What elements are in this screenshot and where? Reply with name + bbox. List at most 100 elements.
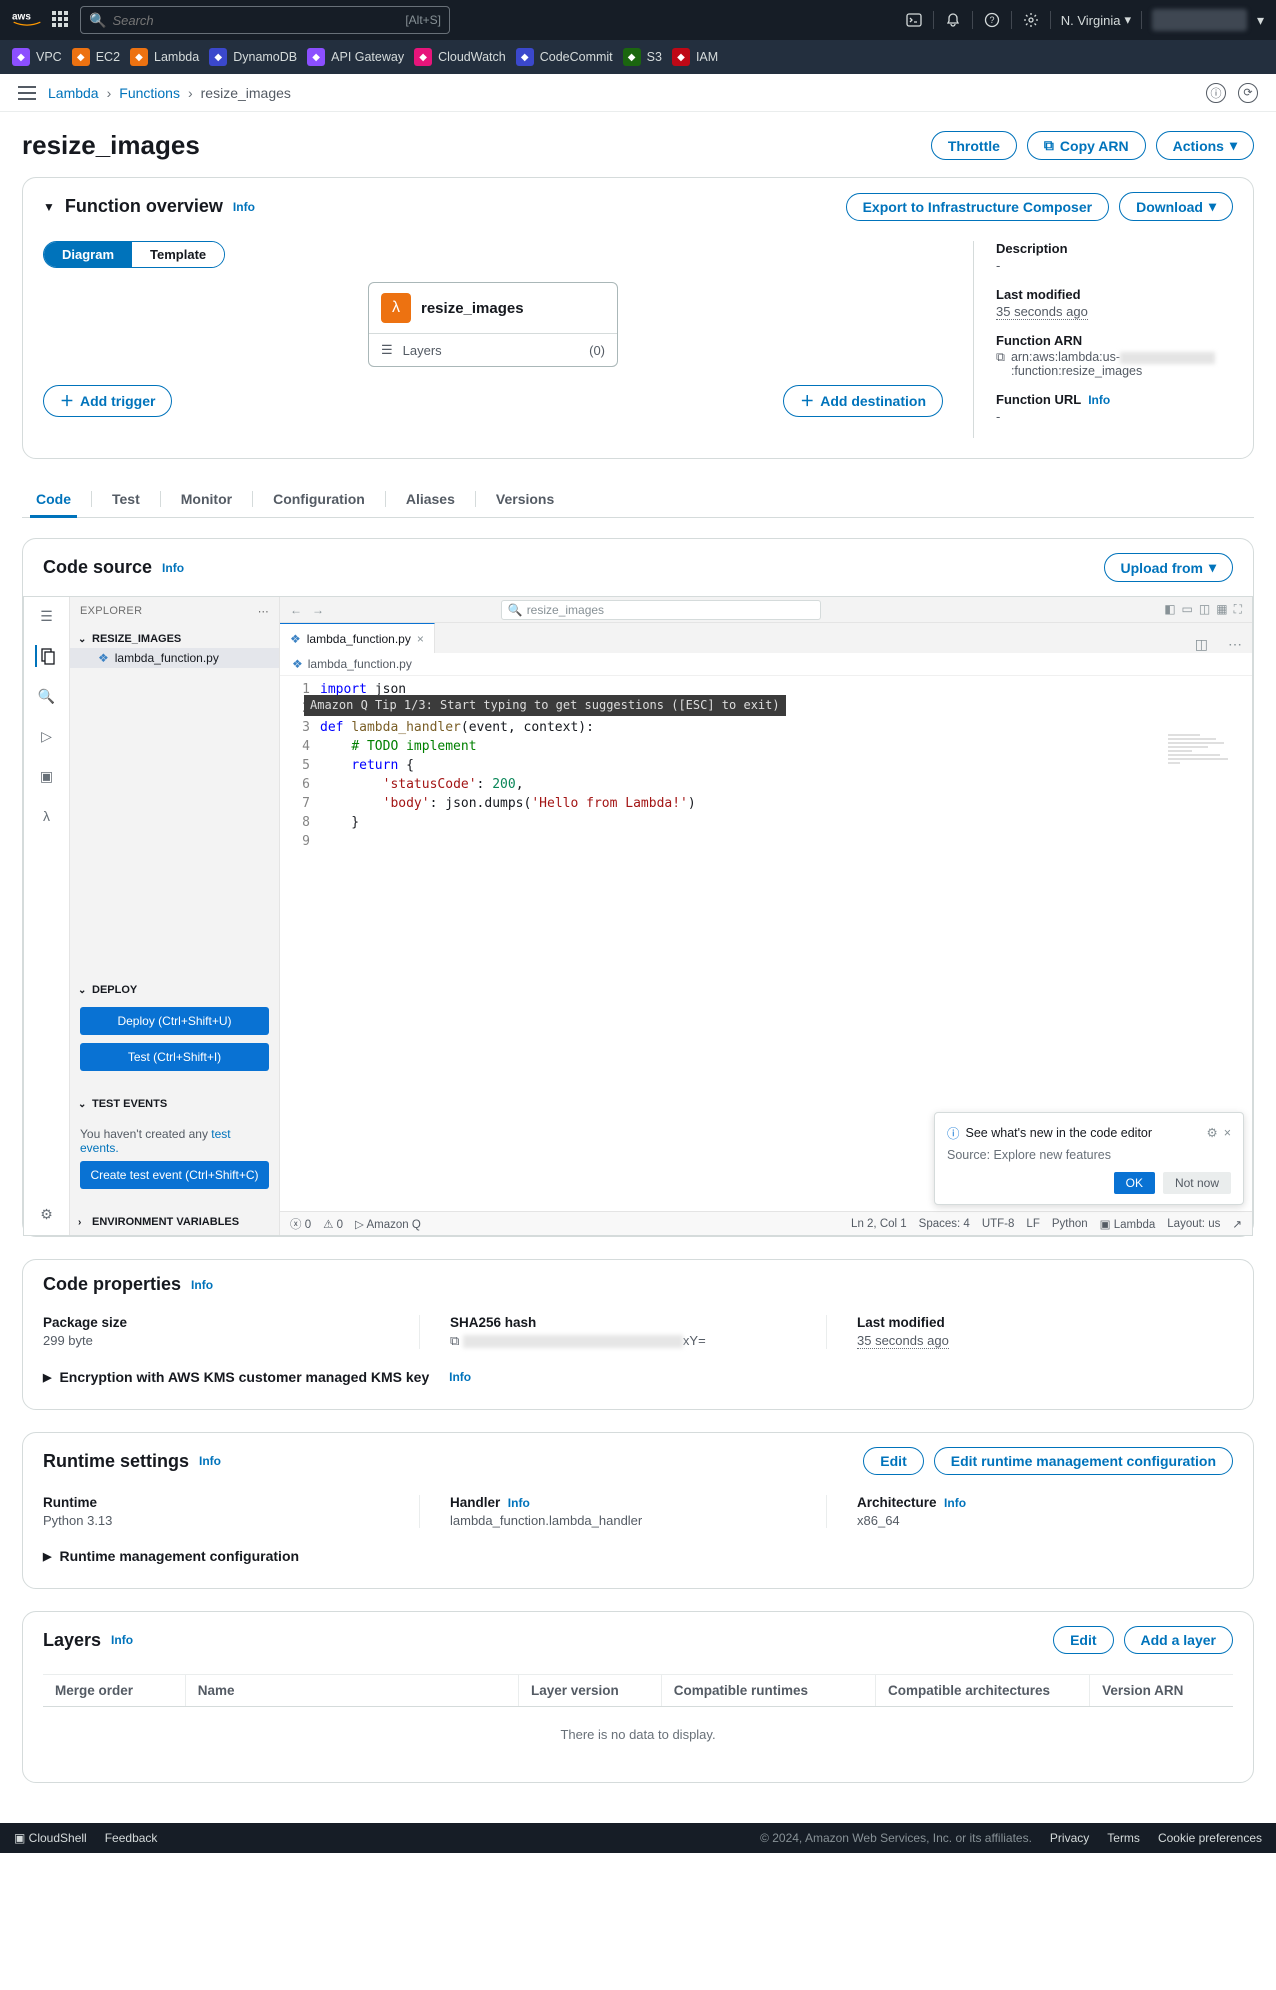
- editor-search[interactable]: 🔍resize_images: [501, 600, 821, 620]
- test-button[interactable]: Test (Ctrl+Shift+I): [80, 1043, 269, 1071]
- errors-count[interactable]: ⓧ 0: [290, 1216, 311, 1232]
- copy-icon[interactable]: ⧉: [450, 1333, 459, 1348]
- info-icon[interactable]: ⓘ: [1206, 83, 1226, 103]
- encryption-info-link[interactable]: Info: [449, 1370, 471, 1384]
- tab-test[interactable]: Test: [112, 481, 140, 517]
- add-destination-button[interactable]: ＋Add destination: [783, 385, 943, 417]
- whats-new-ok-button[interactable]: OK: [1114, 1172, 1155, 1194]
- amazon-q-status[interactable]: ▷ Amazon Q: [355, 1217, 421, 1231]
- create-test-event-button[interactable]: Create test event (Ctrl+Shift+C): [80, 1161, 269, 1189]
- deploy-section[interactable]: ⌄DEPLOY: [70, 981, 279, 999]
- throttle-button[interactable]: Throttle: [931, 131, 1017, 160]
- close-icon[interactable]: ×: [1224, 1126, 1231, 1140]
- layers-col-compatible-runtimes[interactable]: Compatible runtimes: [662, 1675, 876, 1706]
- cloudshell-link[interactable]: ▣ CloudShell: [14, 1831, 87, 1845]
- copy-icon[interactable]: ⧉: [996, 350, 1005, 365]
- tab-configuration[interactable]: Configuration: [273, 481, 365, 517]
- side-nav-toggle[interactable]: [18, 86, 36, 100]
- menu-icon[interactable]: ☰: [36, 605, 58, 627]
- cursor-position[interactable]: Ln 2, Col 1: [851, 1218, 907, 1230]
- edit-layers-button[interactable]: Edit: [1053, 1626, 1113, 1654]
- cookie-link[interactable]: Cookie preferences: [1158, 1831, 1262, 1845]
- tab-versions[interactable]: Versions: [496, 481, 554, 517]
- env-vars-section[interactable]: ›ENVIRONMENT VARIABLES: [70, 1213, 279, 1231]
- debug-icon[interactable]: ▷: [36, 725, 58, 747]
- service-s3[interactable]: ◆S3: [623, 48, 662, 66]
- eol-status[interactable]: LF: [1026, 1218, 1039, 1230]
- add-layer-button[interactable]: Add a layer: [1124, 1626, 1233, 1654]
- handler-info-link[interactable]: Info: [508, 1496, 530, 1510]
- extensions-icon[interactable]: ▣: [36, 765, 58, 787]
- account-menu[interactable]: [1152, 9, 1247, 31]
- lambda-icon[interactable]: λ: [36, 805, 58, 827]
- help-icon[interactable]: ?: [983, 11, 1001, 29]
- nav-fwd-icon[interactable]: →: [312, 603, 324, 617]
- edit-runtime-button[interactable]: Edit: [863, 1447, 923, 1475]
- copy-arn-button[interactable]: ⧉Copy ARN: [1027, 131, 1146, 160]
- edit-runtime-mgmt-button[interactable]: Edit runtime management configuration: [934, 1447, 1233, 1475]
- indent-status[interactable]: Spaces: 4: [919, 1218, 970, 1230]
- region-selector[interactable]: N. Virginia ▾: [1061, 12, 1131, 28]
- runtime-mgmt-disclosure[interactable]: ▶ Runtime management configuration: [43, 1540, 1233, 1568]
- layers-col-merge-order[interactable]: Merge order: [43, 1675, 186, 1706]
- close-icon[interactable]: ×: [417, 632, 424, 646]
- cloudshell-icon[interactable]: [905, 11, 923, 29]
- split-icon[interactable]: ◧: [1164, 602, 1175, 617]
- lambda-status[interactable]: ▣ Lambda: [1100, 1217, 1156, 1231]
- arch-info-link[interactable]: Info: [944, 1496, 966, 1510]
- privacy-link[interactable]: Privacy: [1050, 1831, 1089, 1845]
- encryption-disclosure[interactable]: ▶ Encryption with AWS KMS customer manag…: [43, 1361, 1233, 1389]
- file-lambda-function[interactable]: ❖lambda_function.py: [70, 648, 279, 668]
- crumb-lambda[interactable]: Lambda: [48, 85, 99, 101]
- explorer-icon[interactable]: [35, 645, 57, 667]
- service-codecommit[interactable]: ◆CodeCommit: [516, 48, 613, 66]
- editor-tab[interactable]: ❖lambda_function.py×: [280, 623, 435, 653]
- feedback-link[interactable]: Feedback: [105, 1831, 158, 1845]
- minimap[interactable]: [1168, 732, 1248, 792]
- service-cloudwatch[interactable]: ◆CloudWatch: [414, 48, 506, 66]
- terms-link[interactable]: Terms: [1107, 1831, 1140, 1845]
- deploy-button[interactable]: Deploy (Ctrl+Shift+U): [80, 1007, 269, 1035]
- layout-icon[interactable]: ◫: [1199, 602, 1210, 617]
- warnings-count[interactable]: ⚠ 0: [323, 1217, 343, 1231]
- gear-icon[interactable]: ⚙: [1206, 1125, 1217, 1140]
- crumb-functions[interactable]: Functions: [119, 85, 180, 101]
- toggle-template[interactable]: Template: [132, 242, 224, 267]
- search-input[interactable]: [112, 13, 399, 28]
- layers-col-version-arn[interactable]: Version ARN: [1090, 1675, 1233, 1706]
- services-grid-icon[interactable]: [52, 11, 70, 29]
- tab-monitor[interactable]: Monitor: [181, 481, 232, 517]
- panel-icon[interactable]: ▭: [1182, 602, 1193, 617]
- settings-icon[interactable]: [1022, 11, 1040, 29]
- layers-col-name[interactable]: Name: [186, 1675, 519, 1706]
- aws-logo[interactable]: aws: [12, 9, 42, 32]
- collapse-icon[interactable]: ▼: [43, 200, 55, 214]
- project-folder[interactable]: ⌄RESIZE_IMAGES: [70, 630, 279, 648]
- runtime-info-link[interactable]: Info: [199, 1454, 221, 1468]
- export-composer-button[interactable]: Export to Infrastructure Composer: [846, 193, 1109, 221]
- code-source-info-link[interactable]: Info: [162, 561, 184, 575]
- overview-info-link[interactable]: Info: [233, 200, 255, 214]
- notifications-icon[interactable]: [944, 11, 962, 29]
- more-icon[interactable]: ⋯: [258, 605, 269, 618]
- download-button[interactable]: Download ▾: [1119, 192, 1233, 221]
- grid-icon[interactable]: ▦: [1216, 602, 1227, 617]
- global-search[interactable]: 🔍 [Alt+S]: [80, 6, 450, 34]
- editor-breadcrumb[interactable]: ❖lambda_function.py: [280, 653, 1252, 676]
- tab-code[interactable]: Code: [36, 481, 71, 517]
- whats-new-notnow-button[interactable]: Not now: [1163, 1172, 1231, 1194]
- service-iam[interactable]: ◆IAM: [672, 48, 718, 66]
- service-vpc[interactable]: ◆VPC: [12, 48, 62, 66]
- add-trigger-button[interactable]: ＋Add trigger: [43, 385, 172, 417]
- toggle-diagram[interactable]: Diagram: [44, 242, 132, 267]
- service-dynamodb[interactable]: ◆DynamoDB: [209, 48, 297, 66]
- refresh-icon[interactable]: ⟳: [1238, 83, 1258, 103]
- fullscreen-icon[interactable]: ⛶: [1234, 602, 1242, 617]
- service-ec2[interactable]: ◆EC2: [72, 48, 120, 66]
- test-events-section[interactable]: ⌄TEST EVENTS: [70, 1095, 279, 1113]
- language-status[interactable]: Python: [1052, 1218, 1088, 1230]
- url-info-link[interactable]: Info: [1088, 393, 1110, 407]
- actions-button[interactable]: Actions ▾: [1156, 131, 1254, 160]
- layers-info-link[interactable]: Info: [111, 1633, 133, 1647]
- feedback-icon[interactable]: ↗: [1232, 1217, 1242, 1231]
